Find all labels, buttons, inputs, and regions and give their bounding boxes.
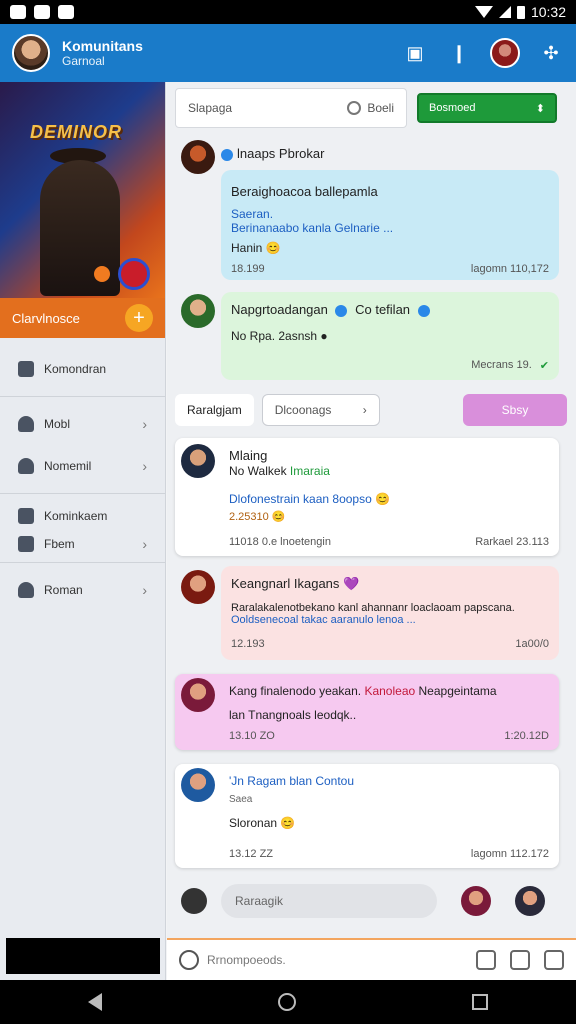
- clock-icon: [34, 5, 50, 19]
- filter-row: Raralgjam Dlcoonags › Sbsy: [175, 392, 567, 428]
- sidebar-item-kominkaem[interactable]: Kominkaem: [0, 500, 165, 532]
- chevron-right-icon: ›: [142, 416, 147, 432]
- check-icon: ✔: [539, 360, 549, 372]
- profile-avatar[interactable]: [490, 38, 520, 68]
- user-avatar[interactable]: [12, 34, 50, 72]
- post-author-avatar[interactable]: [181, 444, 215, 478]
- paperclip-icon[interactable]: [510, 950, 530, 970]
- chevron-right-icon: ›: [142, 536, 147, 552]
- image-icon: [58, 5, 74, 19]
- message-bubble[interactable]: Beraighoacoa ballepamla Saeran. Berinana…: [221, 170, 559, 280]
- filter-tab-active[interactable]: Raralgjam: [175, 394, 254, 426]
- wifi-icon: [474, 6, 493, 18]
- home-icon[interactable]: [278, 993, 296, 1011]
- person-icon: [18, 416, 34, 432]
- app-bar: Komunitans Garnoal ▣ ❙ ✣: [0, 24, 576, 82]
- sticker-icon[interactable]: [544, 950, 564, 970]
- app-subtitle: Garnoal: [62, 54, 105, 68]
- inbox-icon[interactable]: ▣: [402, 40, 428, 66]
- notification-icon: [10, 5, 26, 19]
- post-card[interactable]: Kang finalenodo yeakan. Kanoleao Neapgei…: [175, 674, 559, 750]
- chevron-right-icon: ›: [362, 403, 367, 417]
- primary-action-button[interactable]: Bosmoed ⬍: [417, 93, 557, 123]
- post-card[interactable]: Mlaing No Walkek Imaraia Dlofonestrain k…: [175, 438, 559, 556]
- sidebar-cta-button[interactable]: Clarvlnosce +: [0, 298, 165, 338]
- game-logo: DEMINOR: [30, 122, 122, 142]
- chevron-icon: ⬍: [535, 102, 545, 115]
- sidebar-item-roman[interactable]: Roman ›: [0, 569, 165, 611]
- bookmark-icon: [18, 536, 34, 552]
- game-banner-image[interactable]: DEMINOR: [0, 82, 165, 298]
- document-icon: [18, 508, 34, 524]
- attachment-icon[interactable]: [476, 950, 496, 970]
- post-author-avatar[interactable]: [181, 140, 215, 174]
- message-date: Mecrans 19.: [471, 359, 532, 371]
- emoji-icon[interactable]: [179, 950, 199, 970]
- sidebar-cta-label: Clarvlnosce: [12, 310, 80, 326]
- signal-icon: [498, 6, 511, 18]
- filter-dropdown[interactable]: Dlcoonags ›: [261, 394, 380, 426]
- settings-person-icon: [18, 458, 34, 474]
- verified-icon: [417, 304, 430, 317]
- post-author-avatar[interactable]: [181, 678, 215, 712]
- sidebar: DEMINOR Clarvlnosce + Komondran Mobl › N…: [0, 82, 166, 980]
- post-author-avatar[interactable]: [181, 294, 215, 328]
- composer: Raraagik: [167, 876, 576, 926]
- post-author-name[interactable]: lnaaps Pbrokar: [221, 146, 324, 161]
- toolbar: Slapaga Boeli Bosmoed ⬍: [175, 88, 573, 128]
- contact-avatar[interactable]: [461, 886, 491, 916]
- message-time: 18.199: [231, 263, 265, 275]
- search-input[interactable]: Slapaga Boeli: [175, 88, 407, 128]
- chevron-right-icon: ›: [142, 458, 147, 474]
- message-bubble[interactable]: Keangnarl Ikagans 💜 Raralakalenotbekano …: [221, 566, 559, 660]
- game-badge-icon: [118, 258, 150, 290]
- recent-apps-icon[interactable]: [472, 994, 488, 1010]
- sidebar-item-komondran[interactable]: Komondran: [0, 348, 165, 390]
- app-title: Komunitans: [62, 38, 143, 54]
- status-time: 10:32: [530, 4, 566, 20]
- sidebar-item-nomemil[interactable]: Nomemil ›: [0, 445, 165, 487]
- plus-icon[interactable]: +: [125, 304, 153, 332]
- search-icon[interactable]: [347, 101, 362, 115]
- contact-avatar[interactable]: [515, 886, 545, 916]
- flame-icon: [94, 266, 110, 282]
- microphone-icon[interactable]: ❙: [446, 40, 472, 66]
- heart-icon[interactable]: [181, 888, 207, 914]
- status-bar: 10:32: [0, 0, 576, 24]
- message-bubble[interactable]: Napgrtoadangan Co tefilan No Rpa. 2asnsh…: [221, 292, 559, 380]
- filter-action-button[interactable]: Sbsy: [463, 394, 567, 426]
- sidebar-item-mobl[interactable]: Mobl ›: [0, 403, 165, 445]
- sidebar-item-fbem[interactable]: Fbem ›: [0, 532, 165, 556]
- expand-icon[interactable]: ✣: [538, 40, 564, 66]
- system-navbar: [0, 980, 576, 1024]
- message-date: lagomn 110,172: [470, 263, 549, 275]
- message-input[interactable]: Raraagik: [221, 884, 437, 918]
- back-icon[interactable]: [88, 993, 102, 1011]
- post-card[interactable]: 'Jn Ragam blan Contou Saea Sloronan 😊 13…: [175, 764, 559, 868]
- verified-icon: [221, 148, 233, 161]
- post-author-avatar[interactable]: [181, 768, 215, 802]
- person-icon: [18, 582, 34, 598]
- chevron-right-icon: ›: [142, 582, 147, 598]
- battery-icon: [516, 5, 525, 19]
- post-author-avatar[interactable]: [181, 570, 215, 604]
- ad-placeholder: [6, 938, 160, 974]
- main-feed: Slapaga Boeli Bosmoed ⬍ lnaaps Pbrokar B…: [167, 82, 576, 980]
- verified-icon: [335, 304, 348, 317]
- document-icon: [18, 361, 34, 377]
- bottom-bar: Rrnompoeods.: [167, 938, 576, 980]
